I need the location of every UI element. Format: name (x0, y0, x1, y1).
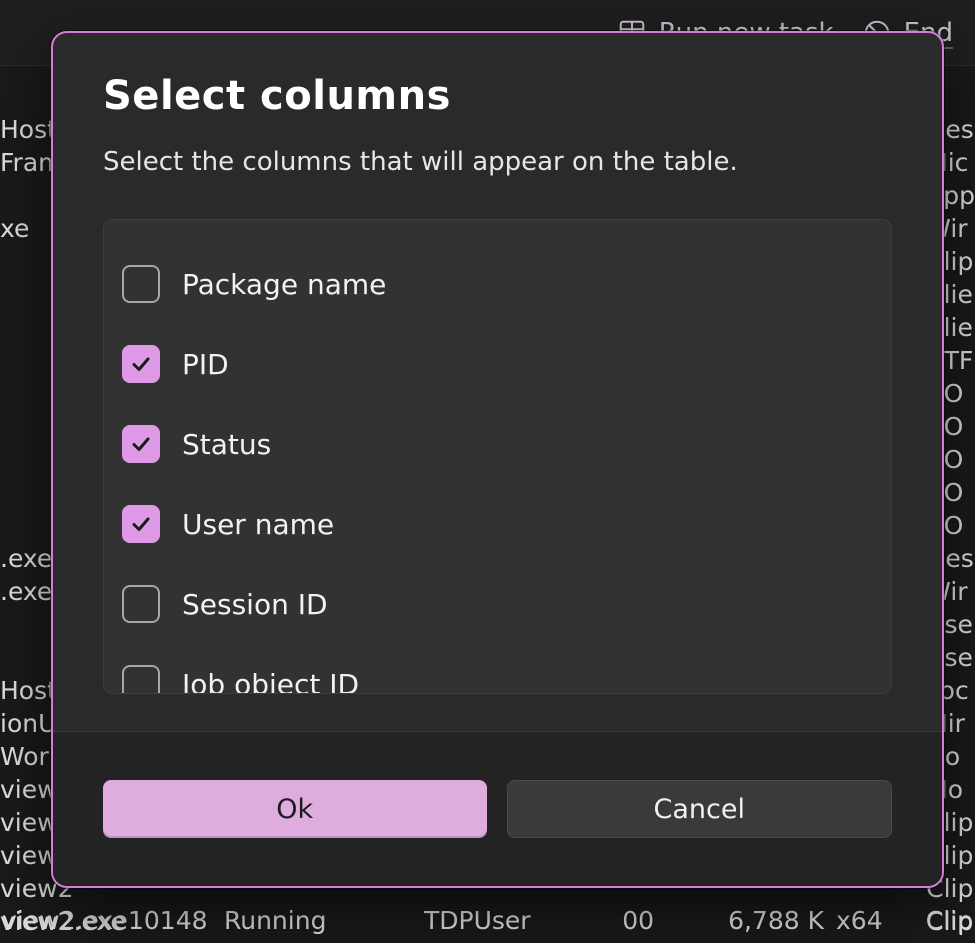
column-option-label: Status (182, 428, 271, 461)
checkbox[interactable] (122, 505, 160, 543)
column-option[interactable]: Package name (122, 244, 873, 324)
cell-mem: 6,788 K (654, 906, 824, 935)
column-option-label: Job object ID (182, 668, 359, 695)
cell-extra: Clip (884, 906, 975, 935)
checkbox[interactable] (122, 425, 160, 463)
cancel-button[interactable]: Cancel (507, 780, 893, 838)
ok-button[interactable]: Ok (103, 780, 487, 838)
cell-status: Running (224, 906, 424, 935)
checkbox[interactable] (122, 265, 160, 303)
column-options-panel[interactable]: Package name PID Status User name Session ID… (103, 219, 892, 694)
column-option[interactable]: Job object ID (122, 644, 873, 694)
column-option[interactable]: Status (122, 404, 873, 484)
cell-sid: 00 (614, 906, 654, 935)
column-option-label: PID (182, 348, 229, 381)
dialog-title: Select columns (103, 73, 892, 119)
dialog-header: Select columns Select the columns that w… (53, 33, 942, 191)
column-option[interactable]: PID (122, 324, 873, 404)
column-option-label: Package name (182, 268, 386, 301)
check-icon (129, 352, 153, 376)
cell-arch: x64 (824, 906, 884, 935)
cancel-button-label: Cancel (654, 794, 745, 825)
cell-name: view2.exe (0, 906, 128, 935)
select-columns-dialog: Select columns Select the columns that w… (51, 31, 944, 888)
checkbox[interactable] (122, 345, 160, 383)
column-option[interactable]: Session ID (122, 564, 873, 644)
column-option[interactable]: User name (122, 484, 873, 564)
column-option-label: User name (182, 508, 334, 541)
dialog-subtitle: Select the columns that will appear on t… (103, 147, 892, 177)
task-manager-window: Run new task End Host.e Frame xe .exe .e… (0, 0, 975, 943)
column-option-label: Session ID (182, 588, 328, 621)
check-icon (129, 432, 153, 456)
check-icon (129, 512, 153, 536)
cell-user: TDPUser (424, 906, 614, 935)
table-row[interactable]: view2.exe10148RunningTDPUser006,788 Kx64… (0, 904, 975, 937)
background-bottom-rows: view2.exe10148RunningTDPUser006,788 Kx64… (0, 904, 975, 943)
checkbox[interactable] (122, 665, 160, 694)
checkbox[interactable] (122, 585, 160, 623)
ok-button-label: Ok (276, 794, 313, 825)
dialog-button-bar: Ok Cancel (53, 731, 942, 886)
cell-pid: 10148 (128, 906, 224, 935)
